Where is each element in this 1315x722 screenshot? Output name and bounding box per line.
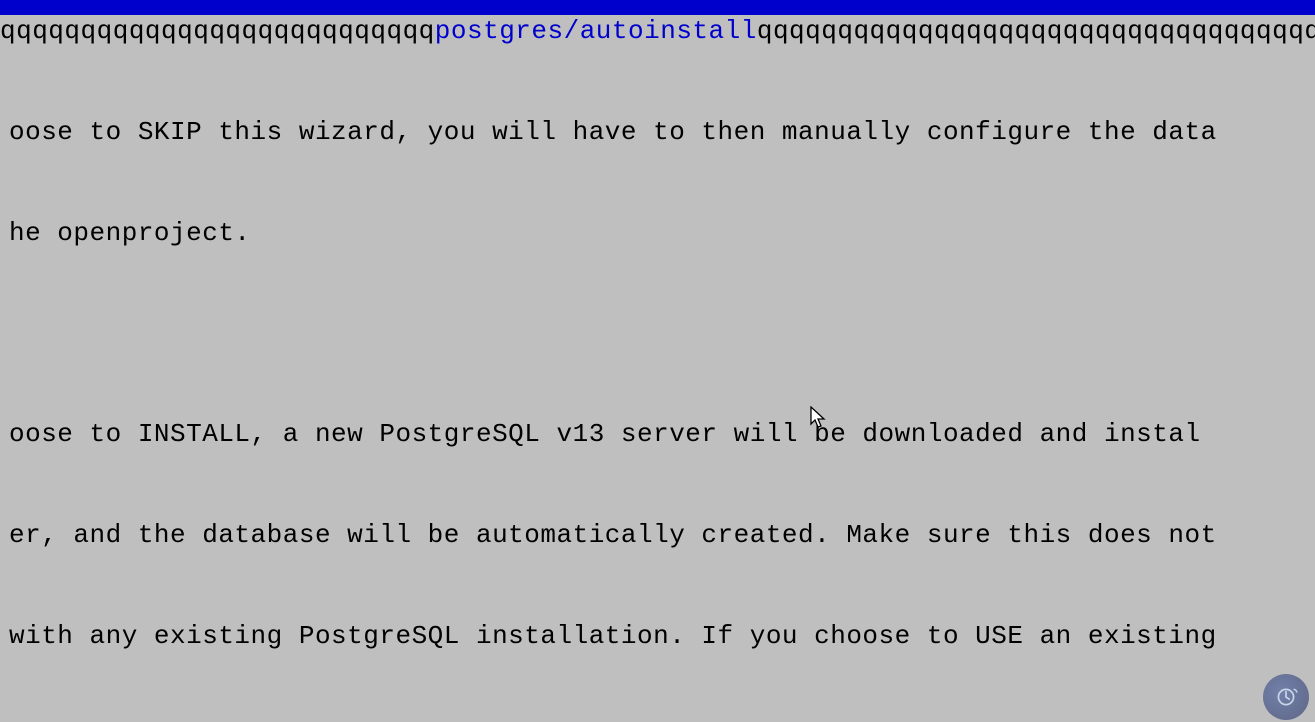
window-top-border	[0, 0, 1315, 15]
body-line: oose to SKIP this wizard, you will have …	[9, 116, 1315, 150]
body-line	[9, 317, 1315, 351]
title-border-left: qqqqqqqqqqqqqqqqqqqqqqqqqqq	[0, 16, 435, 46]
body-line: er, and the database will be automatical…	[9, 519, 1315, 553]
watermark-icon	[1263, 674, 1309, 720]
body-line: with any existing PostgreSQL installatio…	[9, 620, 1315, 654]
body-line: he openproject.	[9, 217, 1315, 251]
installer-dialog: qqqqqqqqqqqqqqqqqqqqqqqqqqqpostgres/auto…	[0, 0, 1315, 722]
dialog-title: postgres/autoinstall	[435, 16, 757, 46]
title-border-right: qqqqqqqqqqqqqqqqqqqqqqqqqqqqqqqqqqqqqqqq…	[757, 16, 1315, 46]
dialog-body-text: oose to SKIP this wizard, you will have …	[0, 49, 1315, 722]
dialog-titlebar: qqqqqqqqqqqqqqqqqqqqqqqqqqqpostgres/auto…	[0, 15, 1315, 49]
body-line: oose to INSTALL, a new PostgreSQL v13 se…	[9, 418, 1315, 452]
